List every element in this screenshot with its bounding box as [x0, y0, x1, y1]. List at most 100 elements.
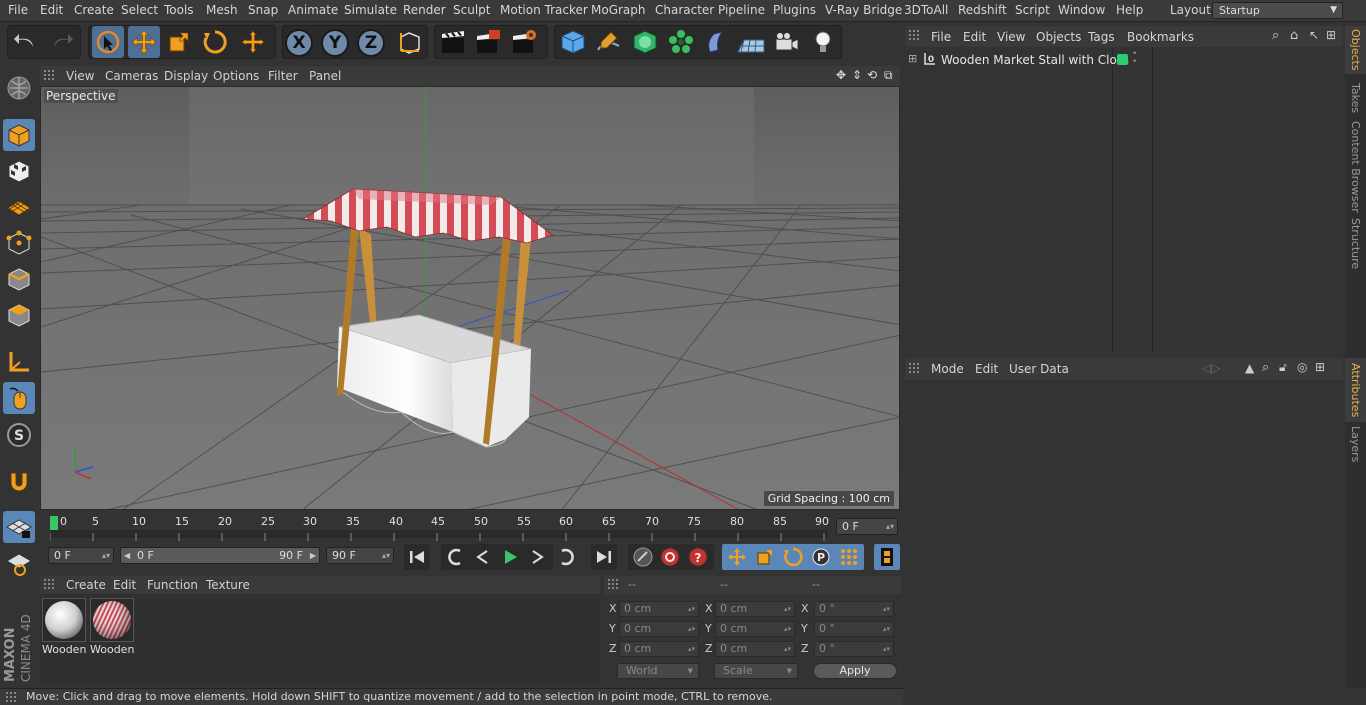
new-panel-icon[interactable]: ⊞: [1315, 360, 1325, 374]
add-light-button[interactable]: [807, 26, 839, 58]
next-key-button[interactable]: [553, 544, 579, 570]
layout-select[interactable]: Startup ▼: [1212, 2, 1343, 19]
menu-animate[interactable]: Animate: [288, 3, 338, 17]
live-selection-button[interactable]: [92, 26, 124, 58]
menu-create[interactable]: Create: [74, 3, 114, 17]
position-y-field[interactable]: 0 cm ▴▾: [619, 621, 699, 637]
position-x-field[interactable]: 0 cm ▴▾: [619, 601, 699, 617]
menu-sculpt[interactable]: Sculpt: [453, 3, 490, 17]
previous-key-button[interactable]: [443, 544, 469, 570]
attributes-menu-edit[interactable]: Edit: [975, 362, 998, 376]
current-frame-field[interactable]: 0 F ▴▾: [836, 518, 898, 535]
scale-tool-button[interactable]: [163, 26, 195, 58]
undo-button[interactable]: [10, 26, 42, 58]
3d-viewport[interactable]: Perspective Grid Spacing : 100 cm: [40, 86, 900, 510]
snapping-button[interactable]: S: [3, 419, 35, 451]
coordinate-system-button[interactable]: [394, 26, 426, 58]
tab-structure[interactable]: Structure: [1345, 214, 1366, 274]
min-frame-field[interactable]: 0 F ▴▾: [48, 547, 114, 564]
add-spline-pen-button[interactable]: [593, 26, 625, 58]
viewport-menu-cameras[interactable]: Cameras: [105, 69, 158, 83]
material-menu-function[interactable]: Function: [147, 578, 198, 592]
viewport-menu-panel[interactable]: Panel: [309, 69, 341, 83]
objects-menu-bookmarks[interactable]: Bookmarks: [1127, 30, 1194, 44]
menu-help[interactable]: Help: [1116, 3, 1143, 17]
expand-icon[interactable]: ⊞: [908, 52, 917, 65]
workplane-mode-button[interactable]: [3, 192, 35, 224]
menu-3dtoall[interactable]: 3DToAll: [904, 3, 948, 17]
search-icon[interactable]: ⌕: [1272, 28, 1279, 43]
material-menu-create[interactable]: Create: [66, 578, 106, 592]
target-icon[interactable]: ◎: [1297, 360, 1307, 374]
preview-range-slider[interactable]: ◀ 0 F 90 F ▶: [120, 547, 320, 564]
menu-select[interactable]: Select: [121, 3, 158, 17]
attributes-menu-user-data[interactable]: User Data: [1009, 362, 1069, 376]
move-tool-button[interactable]: [128, 26, 160, 58]
menu-redshift[interactable]: Redshift: [958, 3, 1007, 17]
object-row[interactable]: ⊞ 0 Wooden Market Stall with Cloth • •: [905, 50, 1343, 70]
make-editable-button[interactable]: [3, 72, 35, 104]
tab-content-browser[interactable]: Content Browser: [1345, 121, 1366, 213]
menu-simulate[interactable]: Simulate: [344, 3, 397, 17]
enable-grid-button[interactable]: [3, 511, 35, 543]
objects-menu-edit[interactable]: Edit: [963, 30, 986, 44]
rotation-b-field[interactable]: 0 ° ▴▾: [814, 641, 894, 657]
texture-mode-button[interactable]: [3, 155, 35, 187]
size-mode-select[interactable]: Scale ▼: [714, 663, 798, 679]
axis-mode-button[interactable]: [3, 346, 35, 378]
next-frame-button[interactable]: [524, 544, 550, 570]
timeline-track[interactable]: [49, 530, 828, 541]
attributes-menu-mode[interactable]: Mode: [931, 362, 964, 376]
add-cube-button[interactable]: [557, 26, 589, 58]
menu-window[interactable]: Window: [1058, 3, 1105, 17]
play-button[interactable]: [497, 544, 523, 570]
tab-layers[interactable]: Layers: [1345, 424, 1366, 464]
timeline-window-button[interactable]: [874, 544, 900, 570]
material-menu-texture[interactable]: Texture: [206, 578, 250, 592]
render-view-button[interactable]: [437, 26, 469, 58]
maximize-view-icon[interactable]: ⧉: [884, 68, 893, 83]
viewport-camera-label[interactable]: Perspective: [44, 89, 118, 103]
timeline-ruler[interactable]: 0 5 10 15 20 25 30 35 40 45 50 55 60 65 …: [40, 512, 900, 541]
magnet-snap-button[interactable]: [3, 465, 35, 497]
key-point-level-button[interactable]: [836, 544, 862, 570]
z-axis-lock-button[interactable]: Z: [357, 29, 385, 57]
add-subdivision-button[interactable]: [629, 26, 661, 58]
key-position-button[interactable]: [724, 544, 750, 570]
y-axis-lock-button[interactable]: Y: [321, 29, 349, 57]
model-mode-button[interactable]: [3, 119, 35, 151]
transform-tool-button[interactable]: [237, 26, 269, 58]
apply-button[interactable]: Apply: [813, 663, 897, 679]
objects-menu-objects[interactable]: Objects: [1036, 30, 1081, 44]
material-swatch[interactable]: Wooden: [42, 598, 86, 656]
x-axis-lock-button[interactable]: X: [285, 29, 313, 57]
menu-plugins[interactable]: Plugins: [773, 3, 816, 17]
orbit-view-icon[interactable]: ⟲: [867, 68, 877, 82]
keyframe-selection-button[interactable]: ?: [685, 544, 711, 570]
material-menu-edit[interactable]: Edit: [113, 578, 136, 592]
menu-mograph[interactable]: MoGraph: [591, 3, 646, 17]
menu-tools[interactable]: Tools: [164, 3, 194, 17]
size-y-field[interactable]: 0 cm ▴▾: [715, 621, 795, 637]
key-scale-button[interactable]: [752, 544, 778, 570]
size-x-field[interactable]: 0 cm ▴▾: [715, 601, 795, 617]
rotation-p-field[interactable]: 0 ° ▴▾: [814, 621, 894, 637]
auto-keying-button[interactable]: [657, 544, 683, 570]
edges-mode-button[interactable]: [3, 263, 35, 295]
render-picture-viewer-button[interactable]: [472, 26, 504, 58]
search-icon[interactable]: ⌕: [1262, 360, 1269, 375]
record-active-objects-button[interactable]: [630, 544, 656, 570]
objects-menu-view[interactable]: View: [997, 30, 1025, 44]
size-z-field[interactable]: 0 cm ▴▾: [715, 641, 795, 657]
key-rotation-button[interactable]: [780, 544, 806, 570]
grid-snap-button[interactable]: [3, 547, 35, 579]
add-deformer-button[interactable]: [700, 26, 732, 58]
objects-menu-file[interactable]: File: [931, 30, 951, 44]
key-parameter-button[interactable]: P: [808, 544, 834, 570]
previous-frame-button[interactable]: [470, 544, 496, 570]
add-camera-button[interactable]: [771, 26, 803, 58]
back-arrow-icon[interactable]: ◁▷: [1202, 361, 1220, 375]
viewport-menu-display[interactable]: Display: [164, 69, 208, 83]
polygons-mode-button[interactable]: [3, 299, 35, 331]
dolly-view-icon[interactable]: ⇕: [852, 68, 862, 82]
